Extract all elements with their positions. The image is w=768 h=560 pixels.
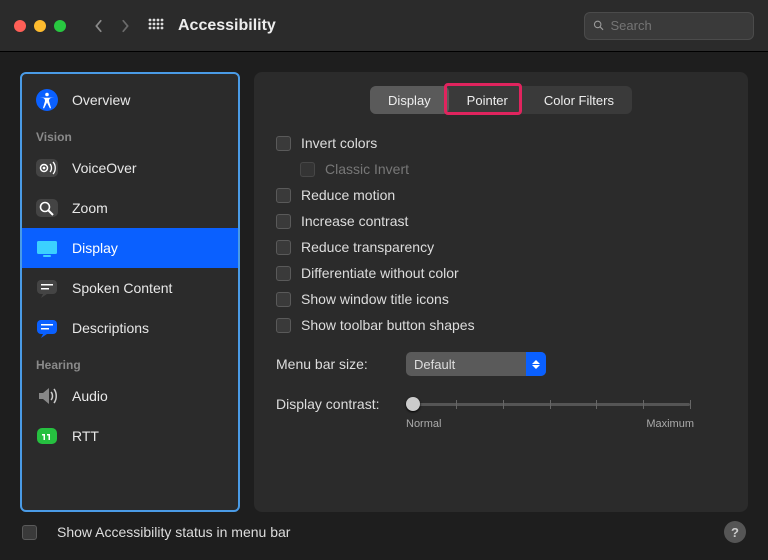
window-title: Accessibility bbox=[178, 17, 276, 35]
voiceover-icon bbox=[34, 155, 60, 181]
sidebar-item-overview[interactable]: Overview bbox=[22, 80, 238, 120]
audio-icon bbox=[34, 383, 60, 409]
option-show-title-icons[interactable]: Show window title icons bbox=[276, 286, 726, 312]
checkbox bbox=[300, 162, 315, 177]
spoken-content-icon bbox=[34, 275, 60, 301]
display-contrast-label: Display contrast: bbox=[276, 396, 406, 412]
option-increase-contrast[interactable]: Increase contrast bbox=[276, 208, 726, 234]
slider-scale-labels: Normal Maximum bbox=[406, 418, 694, 430]
sidebar-item-label: Audio bbox=[72, 388, 108, 404]
show-all-icon[interactable] bbox=[148, 18, 164, 34]
slider-thumb[interactable] bbox=[406, 397, 420, 411]
display-icon bbox=[34, 235, 60, 261]
menu-bar-size-label: Menu bar size: bbox=[276, 356, 406, 372]
checkbox[interactable] bbox=[276, 214, 291, 229]
search-field[interactable] bbox=[584, 12, 754, 40]
sidebar-item-descriptions[interactable]: Descriptions bbox=[22, 308, 238, 348]
search-icon bbox=[593, 19, 605, 32]
settings-panel: Display Pointer Color Filters Invert col… bbox=[254, 72, 748, 512]
sidebar-section-hearing: Hearing bbox=[22, 348, 238, 376]
display-tabs: Display Pointer Color Filters bbox=[370, 86, 632, 114]
sidebar-section-vision: Vision bbox=[22, 120, 238, 148]
sidebar-item-label: RTT bbox=[72, 428, 99, 444]
tab-color-filters[interactable]: Color Filters bbox=[526, 86, 632, 114]
checkbox[interactable] bbox=[276, 266, 291, 281]
zoom-icon bbox=[34, 195, 60, 221]
titlebar: Accessibility bbox=[0, 0, 768, 52]
search-input[interactable] bbox=[611, 18, 746, 33]
menu-bar-size-select[interactable]: Default bbox=[406, 352, 546, 376]
option-reduce-transparency[interactable]: Reduce transparency bbox=[276, 234, 726, 260]
minimize-window-button[interactable] bbox=[34, 20, 46, 32]
select-stepper-icon bbox=[526, 352, 546, 376]
sidebar-item-label: Descriptions bbox=[72, 320, 149, 336]
help-button[interactable]: ? bbox=[724, 521, 746, 543]
close-window-button[interactable] bbox=[14, 20, 26, 32]
sidebar-item-rtt[interactable]: RTT bbox=[22, 416, 238, 456]
option-differentiate[interactable]: Differentiate without color bbox=[276, 260, 726, 286]
back-button[interactable] bbox=[86, 13, 112, 39]
option-show-toolbar-shapes[interactable]: Show toolbar button shapes bbox=[276, 312, 726, 338]
checkbox[interactable] bbox=[276, 240, 291, 255]
sidebar-item-label: Spoken Content bbox=[72, 280, 172, 296]
sidebar: Overview Vision VoiceOver Zoom Display S bbox=[20, 72, 240, 512]
sidebar-item-label: Display bbox=[72, 240, 118, 256]
option-reduce-motion[interactable]: Reduce motion bbox=[276, 182, 726, 208]
status-checkbox-label: Show Accessibility status in menu bar bbox=[57, 524, 290, 540]
rtt-icon bbox=[34, 423, 60, 449]
display-contrast-row: Display contrast: bbox=[276, 392, 726, 416]
maximize-window-button[interactable] bbox=[54, 20, 66, 32]
display-contrast-slider[interactable] bbox=[410, 392, 690, 416]
checkbox[interactable] bbox=[276, 188, 291, 203]
sidebar-item-spoken-content[interactable]: Spoken Content bbox=[22, 268, 238, 308]
sidebar-item-voiceover[interactable]: VoiceOver bbox=[22, 148, 238, 188]
sidebar-item-zoom[interactable]: Zoom bbox=[22, 188, 238, 228]
forward-button[interactable] bbox=[112, 13, 138, 39]
sidebar-item-label: Zoom bbox=[72, 200, 108, 216]
descriptions-icon bbox=[34, 315, 60, 341]
accessibility-icon bbox=[34, 87, 60, 113]
footer: Show Accessibility status in menu bar ? bbox=[0, 512, 768, 552]
sidebar-item-label: VoiceOver bbox=[72, 160, 137, 176]
sidebar-item-audio[interactable]: Audio bbox=[22, 376, 238, 416]
checkbox[interactable] bbox=[276, 318, 291, 333]
window-controls bbox=[14, 20, 66, 32]
checkbox[interactable] bbox=[276, 292, 291, 307]
status-checkbox[interactable] bbox=[22, 525, 37, 540]
option-classic-invert: Classic Invert bbox=[276, 156, 726, 182]
tab-pointer[interactable]: Pointer bbox=[449, 86, 526, 114]
menu-bar-size-row: Menu bar size: Default bbox=[276, 352, 726, 376]
sidebar-item-label: Overview bbox=[72, 92, 130, 108]
sidebar-item-display[interactable]: Display bbox=[22, 228, 238, 268]
tab-display[interactable]: Display bbox=[370, 86, 449, 114]
checkbox[interactable] bbox=[276, 136, 291, 151]
option-invert-colors[interactable]: Invert colors bbox=[276, 130, 726, 156]
